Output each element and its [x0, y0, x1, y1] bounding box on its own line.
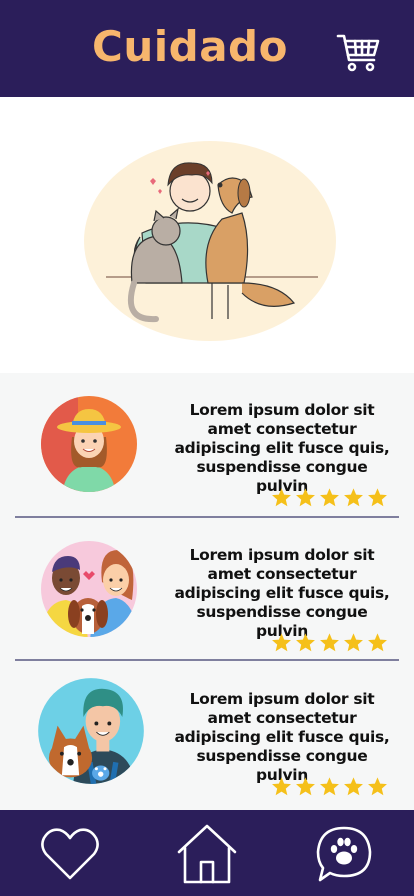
- star-icon: [272, 633, 291, 652]
- cart-button[interactable]: [334, 28, 382, 76]
- man-with-corgi-avatar: [38, 678, 144, 784]
- star-icon: [272, 488, 291, 507]
- rating-stars: [271, 487, 388, 508]
- list-item[interactable]: Lorem ipsum dolor sit amet consectetur a…: [0, 518, 414, 662]
- home-icon: [177, 824, 237, 884]
- star-icon: [344, 488, 363, 507]
- testimonial-list: Lorem ipsum dolor sit amet consectetur a…: [0, 373, 414, 810]
- star-icon: [368, 488, 387, 507]
- star-icon: [344, 633, 363, 652]
- heart-icon: [41, 828, 99, 880]
- list-item[interactable]: Lorem ipsum dolor sit amet consectetur a…: [0, 373, 414, 517]
- star-icon: [368, 633, 387, 652]
- star-icon: [296, 777, 315, 796]
- star-icon: [272, 777, 291, 796]
- app-title: Cuidado: [92, 22, 288, 71]
- app-header: Cuidado: [0, 0, 414, 97]
- rating-stars: [271, 776, 388, 797]
- nav-home-button[interactable]: [175, 822, 239, 886]
- star-icon: [344, 777, 363, 796]
- nav-pets-chat-button[interactable]: [312, 822, 376, 886]
- couple-with-dog-avatar: [41, 541, 137, 637]
- nav-favorites-button[interactable]: [38, 822, 102, 886]
- list-item[interactable]: Lorem ipsum dolor sit amet consectetur a…: [0, 662, 414, 806]
- shopping-cart-icon: [336, 34, 380, 72]
- bottom-nav: [0, 810, 414, 896]
- star-icon: [320, 633, 339, 652]
- woman-with-hat-avatar: [41, 396, 137, 492]
- star-icon: [368, 777, 387, 796]
- star-icon: [296, 633, 315, 652]
- divider: [15, 659, 399, 661]
- paw-chat-icon: [316, 826, 372, 882]
- star-icon: [320, 488, 339, 507]
- card-text: Lorem ipsum dolor sit amet consectetur a…: [174, 546, 390, 640]
- star-icon: [296, 488, 315, 507]
- star-icon: [320, 777, 339, 796]
- card-text: Lorem ipsum dolor sit amet consectetur a…: [174, 401, 390, 495]
- card-text: Lorem ipsum dolor sit amet consectetur a…: [174, 690, 390, 784]
- rating-stars: [271, 632, 388, 653]
- hero-section: [0, 97, 414, 373]
- hero-illustration: [84, 141, 336, 341]
